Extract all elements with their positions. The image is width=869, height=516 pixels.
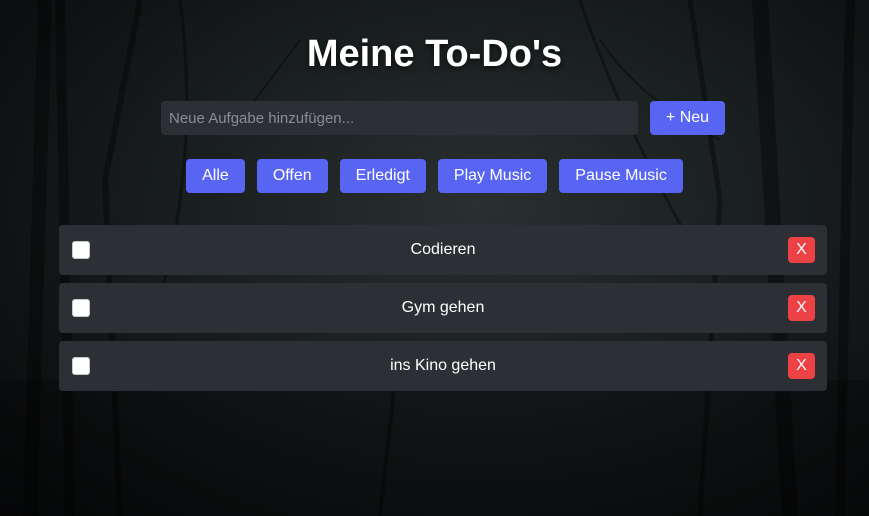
add-task-button[interactable]: + Neu	[650, 101, 725, 135]
play-music-button[interactable]: Play Music	[437, 159, 548, 193]
todo-item: Gym gehen X	[59, 283, 827, 333]
filter-all-button[interactable]: Alle	[186, 159, 245, 193]
filter-bar: Alle Offen Erledigt Play Music Pause Mus…	[0, 159, 869, 193]
filter-open-button[interactable]: Offen	[256, 159, 328, 193]
delete-todo-button[interactable]: X	[788, 353, 815, 379]
todo-item: Codieren X	[59, 225, 827, 275]
page-title: Meine To-Do's	[306, 33, 563, 75]
filter-done-button[interactable]: Erledigt	[339, 159, 426, 193]
delete-todo-button[interactable]: X	[788, 295, 815, 321]
todo-list: Codieren X Gym gehen X ins Kino gehen X	[59, 225, 827, 399]
new-task-row: + Neu	[161, 101, 725, 135]
todo-text: Gym gehen	[401, 299, 485, 316]
pause-music-button[interactable]: Pause Music	[559, 159, 683, 193]
todo-checkbox[interactable]	[72, 299, 90, 317]
todo-checkbox[interactable]	[72, 357, 90, 375]
todo-app: Meine To-Do's + Neu Alle Offen Erledigt …	[0, 0, 869, 516]
new-task-input[interactable]	[161, 101, 638, 135]
todo-item: ins Kino gehen X	[59, 341, 827, 391]
todo-text: Codieren	[410, 241, 476, 258]
delete-todo-button[interactable]: X	[788, 237, 815, 263]
todo-checkbox[interactable]	[72, 241, 90, 259]
todo-text: ins Kino gehen	[390, 357, 496, 374]
